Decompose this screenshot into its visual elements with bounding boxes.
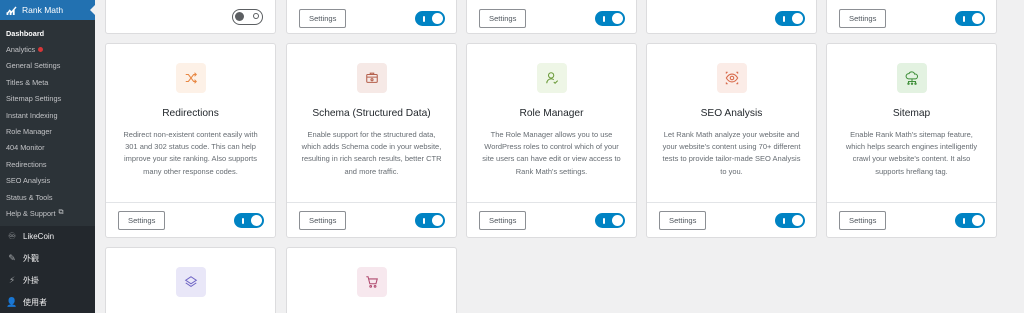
sidebar-item-dashboard[interactable]: Dashboard: [0, 25, 95, 41]
rank-math-logo-icon: [6, 5, 17, 15]
settings-button[interactable]: Settings: [299, 9, 347, 28]
module-footer: Settings: [467, 202, 636, 237]
sitemap-cloud-icon: [896, 63, 927, 93]
sidebar-item-label: 外觀: [23, 254, 39, 264]
admin-sidebar: Rank Math Dashboard Analytics General Se…: [0, 0, 95, 313]
module-card: Settings: [286, 0, 457, 34]
sidebar-item-label: Help & Support: [6, 208, 56, 218]
rank-math-menu[interactable]: Rank Math: [0, 0, 95, 20]
external-link-icon: ⧉: [58, 209, 64, 217]
module-card-sitemap: Sitemap Enable Rank Math's sitemap featu…: [826, 43, 997, 238]
module-description: Redirect non-existent content easily wit…: [123, 130, 258, 176]
sidebar-item-label: 外掛: [23, 276, 39, 286]
likecoin-icon: ♾: [7, 231, 17, 242]
sidebar-item-label: Status & Tools: [6, 192, 53, 202]
rank-math-menu-label: Rank Math: [22, 5, 64, 15]
sidebar-item-label: Sitemap Settings: [6, 94, 62, 104]
layers-icon: [175, 267, 206, 297]
module-title: Sitemap: [892, 108, 931, 119]
sidebar-item-label: Titles & Meta: [6, 77, 49, 87]
rank-math-submenu: Dashboard Analytics General Settings Tit…: [0, 20, 95, 226]
sidebar-item-label: Role Manager: [6, 127, 52, 137]
sidebar-item-404-monitor[interactable]: 404 Monitor: [0, 140, 95, 156]
module-card: [105, 247, 276, 313]
module-toggle[interactable]: [415, 213, 445, 228]
sidebar-item-role-manager[interactable]: Role Manager: [0, 123, 95, 139]
module-description: Enable Rank Math's sitemap feature, whic…: [845, 130, 978, 176]
module-card: [105, 0, 276, 34]
module-title: Role Manager: [519, 108, 584, 119]
sidebar-item-label: SEO Analysis: [6, 176, 51, 186]
sidebar-item-label: LikeCoin: [23, 232, 55, 242]
sidebar-item-label: Instant Indexing: [6, 110, 58, 120]
sidebar-item-seo-analysis[interactable]: SEO Analysis: [0, 173, 95, 189]
module-title: SEO Analysis: [700, 108, 763, 119]
module-toggle[interactable]: [234, 213, 264, 228]
module-toggle[interactable]: [775, 11, 805, 26]
settings-button[interactable]: Settings: [118, 211, 166, 230]
sidebar-item-instant-indexing[interactable]: Instant Indexing: [0, 107, 95, 123]
module-toggle[interactable]: [775, 213, 805, 228]
module-card: Settings: [466, 0, 637, 34]
module-card: Settings: [826, 0, 997, 34]
sidebar-item-analytics[interactable]: Analytics: [0, 41, 95, 57]
module-card: [286, 247, 457, 313]
settings-button[interactable]: Settings: [479, 9, 527, 28]
settings-button[interactable]: Settings: [839, 9, 887, 28]
module-title: Redirections: [162, 108, 219, 119]
sidebar-item-plugins[interactable]: ⚡ 外掛: [0, 270, 95, 292]
user-check-icon: [536, 63, 567, 93]
sidebar-item-general-settings[interactable]: General Settings: [0, 58, 95, 74]
module-toggle[interactable]: [595, 11, 625, 26]
schema-icon: [356, 63, 387, 93]
module-footer: Settings: [647, 202, 816, 237]
users-icon: 👤: [6, 297, 18, 308]
module-toggle[interactable]: [232, 9, 263, 25]
sidebar-item-sitemap-settings[interactable]: Sitemap Settings: [0, 91, 95, 107]
module-card-schema: Schema (Structured Data) Enable support …: [286, 43, 457, 238]
module-title: Schema (Structured Data): [312, 108, 431, 119]
sidebar-item-users[interactable]: 👤 使用者: [0, 292, 95, 313]
module-toggle[interactable]: [955, 11, 985, 26]
settings-button[interactable]: Settings: [839, 211, 887, 230]
notification-dot: [38, 47, 44, 53]
module-card-redirections: Redirections Redirect non-existent conte…: [105, 43, 276, 238]
module-footer: Settings: [287, 202, 456, 237]
module-footer: Settings: [106, 202, 275, 237]
plugins-icon: ⚡: [8, 275, 16, 286]
module-toggle[interactable]: [415, 11, 445, 26]
module-description: Enable support for the structured data, …: [301, 130, 442, 176]
sidebar-item-redirections[interactable]: Redirections: [0, 156, 95, 172]
sidebar-item-label: Dashboard: [6, 28, 45, 38]
module-toggle[interactable]: [595, 213, 625, 228]
module-toggle[interactable]: [955, 213, 985, 228]
settings-button[interactable]: Settings: [479, 211, 527, 230]
eye-icon: [716, 63, 747, 93]
sidebar-item-label: General Settings: [6, 61, 61, 71]
sidebar-item-status-tools[interactable]: Status & Tools: [0, 189, 95, 205]
module-description: Let Rank Math analyze your website and y…: [662, 130, 801, 176]
sidebar-item-label: Analytics: [6, 45, 36, 55]
shuffle-icon: [175, 63, 206, 93]
appearance-icon: ✎: [8, 253, 16, 264]
cart-icon: [356, 267, 387, 297]
module-card-role-manager: Role Manager The Role Manager allows you…: [466, 43, 637, 238]
module-description: The Role Manager allows you to use WordP…: [482, 130, 621, 176]
settings-button[interactable]: Settings: [659, 211, 707, 230]
sidebar-item-appearance[interactable]: ✎ 外觀: [0, 248, 95, 270]
sidebar-item-label: Redirections: [6, 159, 47, 169]
module-card: [646, 0, 817, 34]
sidebar-item-titles-meta[interactable]: Titles & Meta: [0, 74, 95, 90]
settings-button[interactable]: Settings: [299, 211, 347, 230]
module-footer: Settings: [827, 202, 996, 237]
module-card-seo-analysis: SEO Analysis Let Rank Math analyze your …: [646, 43, 817, 238]
sidebar-item-label: 404 Monitor: [6, 143, 45, 153]
sidebar-item-likecoin[interactable]: ♾ LikeCoin: [0, 226, 95, 248]
sidebar-item-help-support[interactable]: Help & Support ⧉: [0, 205, 95, 221]
sidebar-item-label: 使用者: [23, 298, 47, 308]
